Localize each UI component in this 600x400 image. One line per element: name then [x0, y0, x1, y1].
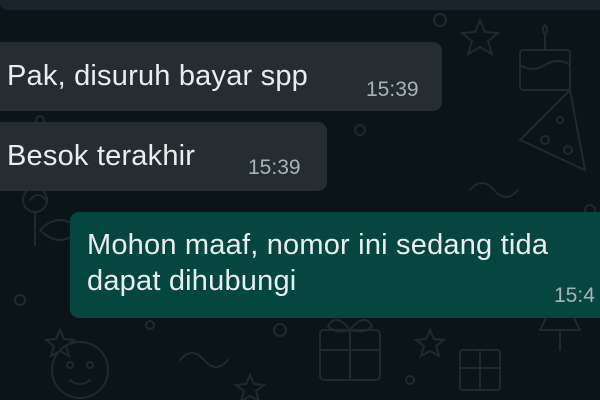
previous-message-edge	[0, 0, 600, 10]
message-timestamp: 15:4	[554, 284, 595, 307]
incoming-message-bubble[interactable]: Besok terakhir 15:39	[0, 122, 327, 191]
incoming-message-bubble[interactable]: Pak, disuruh bayar spp 15:39	[0, 42, 442, 111]
message-text: Mohon maaf, nomor ini sedang tida dapat …	[87, 229, 549, 297]
outgoing-message-bubble[interactable]: Mohon maaf, nomor ini sedang tida dapat …	[70, 212, 600, 318]
message-timestamp: 15:39	[248, 156, 301, 179]
chat-window: Pak, disuruh bayar spp 15:39 Besok terak…	[0, 0, 600, 400]
message-timestamp: 15:39	[366, 78, 419, 101]
message-text: Pak, disuruh bayar spp	[7, 60, 309, 92]
message-text: Besok terakhir	[7, 140, 196, 172]
